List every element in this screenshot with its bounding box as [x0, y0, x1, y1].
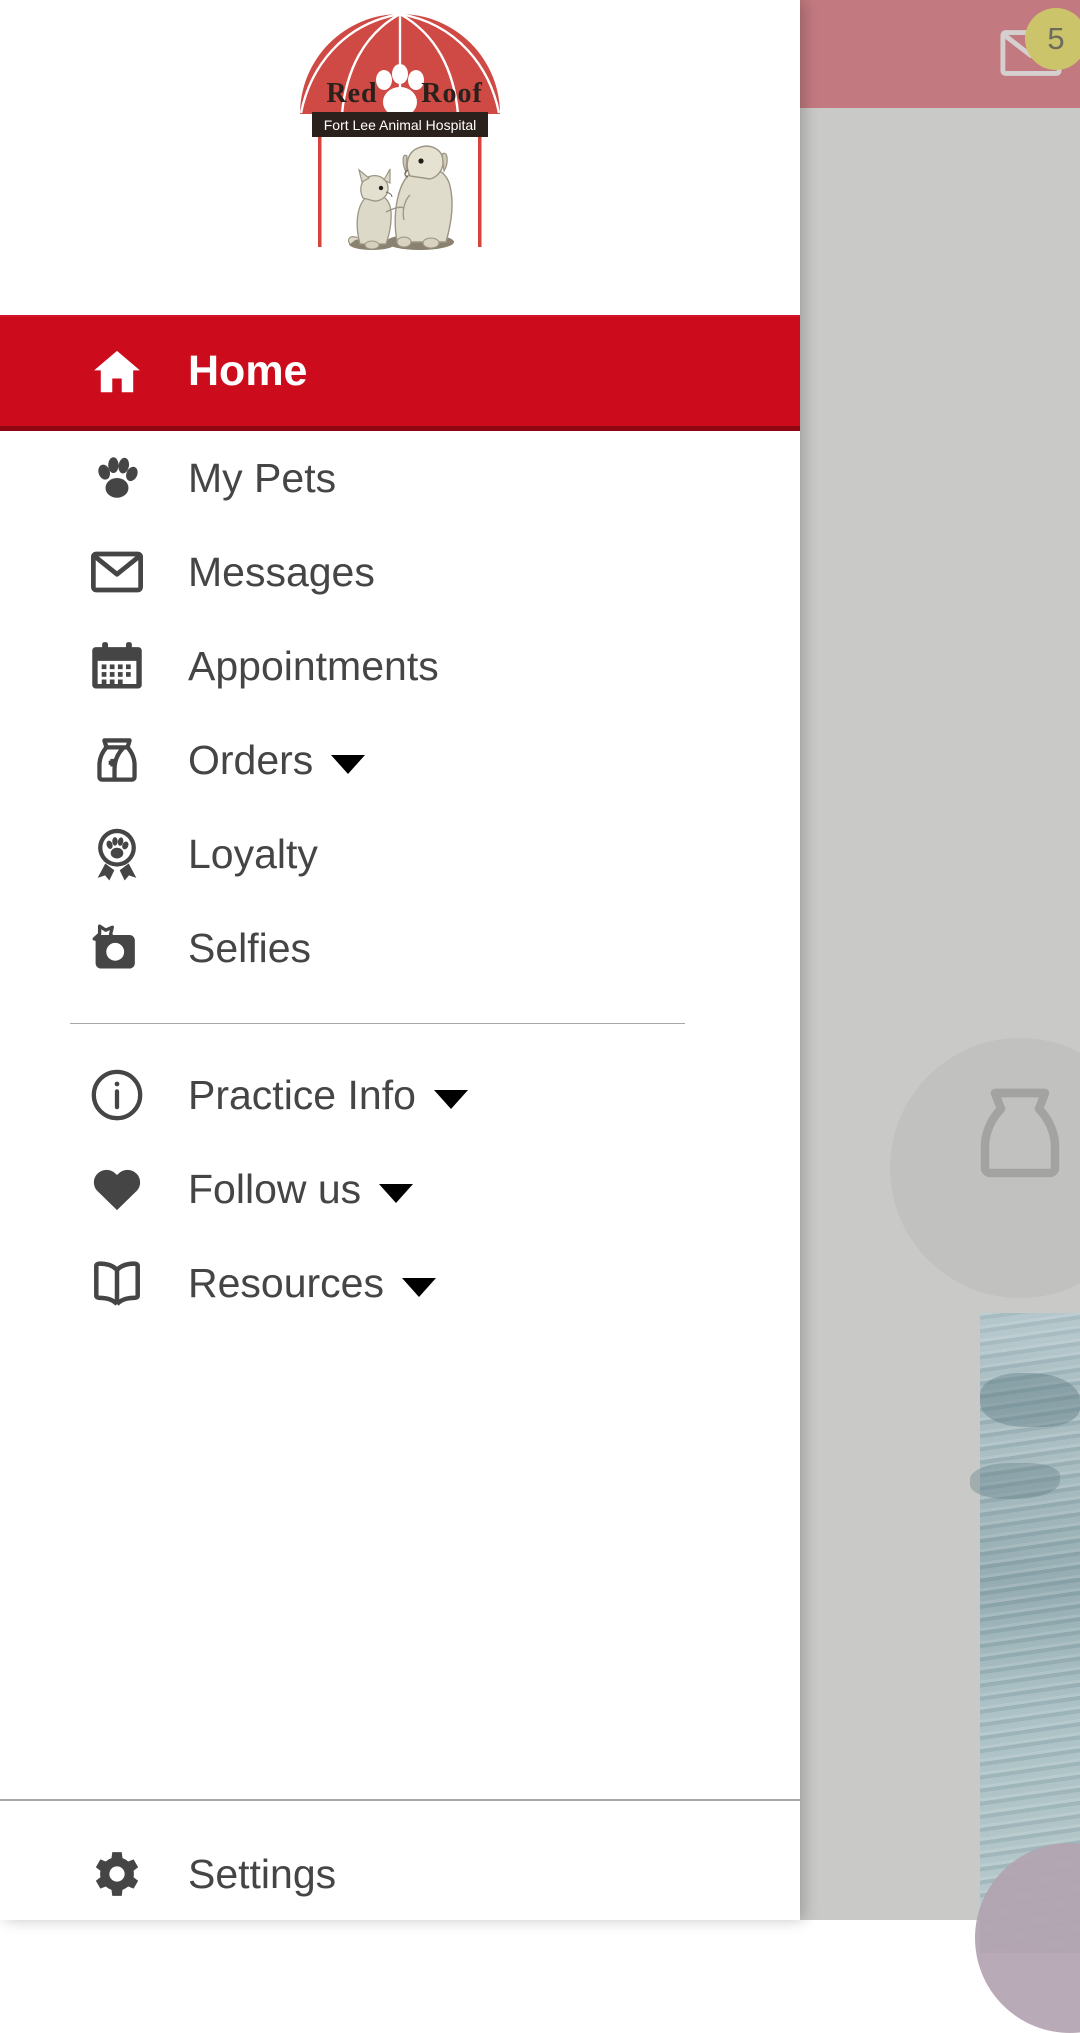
heart-icon	[86, 1158, 148, 1220]
menu-item-loyalty[interactable]: Loyalty	[0, 807, 800, 901]
svg-text:Fort Lee Animal Hospital: Fort Lee Animal Hospital	[324, 117, 477, 133]
menu-item-selfies[interactable]: Selfies	[0, 901, 800, 995]
red-roof-animal-hospital-logo: Red Roof Fort Lee Animal Hospital	[280, 6, 520, 254]
camera-star-icon	[86, 917, 148, 979]
chevron-down-icon[interactable]	[379, 1183, 414, 1203]
home-icon	[86, 341, 148, 403]
menu-item-messages[interactable]: Messages	[0, 525, 800, 619]
message-count-badge: 5	[1025, 8, 1080, 70]
chevron-down-icon[interactable]	[331, 754, 366, 774]
award-paw-icon	[86, 823, 148, 885]
menu-item-label: Practice Info	[188, 1071, 416, 1118]
paw-print-icon	[86, 447, 148, 509]
menu-item-label: Follow us	[188, 1165, 362, 1212]
pet-food-bag-icon	[86, 729, 148, 791]
drawer-footer: Settings	[0, 1799, 800, 1920]
drawer-menu-list: Home My Pets Messages Appointments Order…	[0, 315, 800, 1330]
footer-divider	[0, 1799, 800, 1801]
drawer-logo-header: Red Roof Fort Lee Animal Hospital	[0, 0, 800, 315]
menu-item-label: Selfies	[188, 924, 312, 971]
chevron-down-icon[interactable]	[433, 1089, 468, 1109]
info-circle-icon	[86, 1064, 148, 1126]
water-ripple-1	[980, 1373, 1080, 1427]
menu-item-label: Orders	[188, 736, 314, 783]
menu-item-label: Messages	[188, 548, 375, 595]
menu-item-label: Resources	[188, 1259, 384, 1306]
menu-item-label: Loyalty	[188, 830, 318, 877]
chevron-down-icon[interactable]	[401, 1277, 436, 1297]
gear-icon	[86, 1843, 148, 1905]
svg-text:Roof: Roof	[421, 78, 483, 109]
svg-text:Red: Red	[326, 78, 377, 109]
menu-item-home[interactable]: Home	[0, 315, 800, 431]
navigation-drawer: Red Roof Fort Lee Animal Hospital Home M…	[0, 0, 800, 1920]
menu-divider	[70, 1023, 685, 1024]
menu-item-settings[interactable]: Settings	[0, 1827, 800, 1920]
calendar-icon	[86, 635, 148, 697]
menu-item-label: My Pets	[188, 454, 337, 501]
menu-item-appointments[interactable]: Appointments	[0, 619, 800, 713]
menu-item-follow-us[interactable]: Follow us	[0, 1142, 800, 1236]
pet-food-bag-icon	[960, 1073, 1080, 1193]
open-book-icon	[86, 1252, 148, 1314]
water-ripple-2	[970, 1463, 1060, 1499]
envelope-icon	[86, 541, 148, 603]
menu-item-label: Appointments	[188, 642, 439, 689]
menu-item-practice-info[interactable]: Practice Info	[0, 1048, 800, 1142]
menu-item-label: Settings	[188, 1850, 337, 1897]
menu-item-label: Home	[188, 347, 308, 395]
menu-item-resources[interactable]: Resources	[0, 1236, 800, 1330]
menu-item-orders[interactable]: Orders	[0, 713, 800, 807]
menu-item-my-pets[interactable]: My Pets	[0, 431, 800, 525]
